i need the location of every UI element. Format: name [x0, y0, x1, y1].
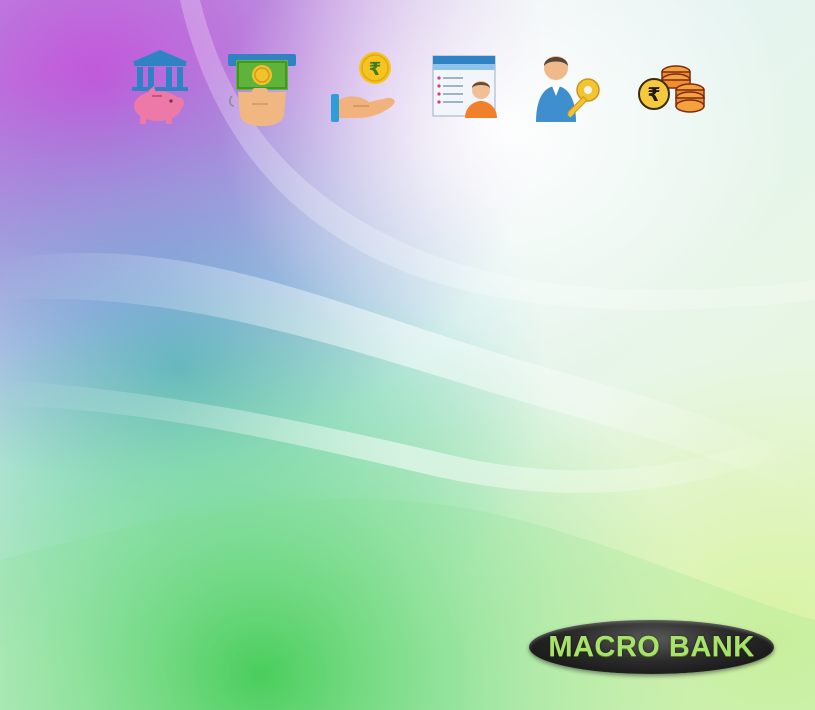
cash-deposit-icon [228, 54, 296, 126]
rupee-hand-icon: ₹ [331, 52, 395, 122]
desktop-screen: ₹ ₹ MACRO BANK [0, 0, 815, 710]
toolbar: ₹ ₹ [122, 48, 712, 130]
toolbar-button-user-access[interactable] [532, 48, 608, 128]
svg-text:₹: ₹ [647, 84, 660, 106]
toolbar-button-coins[interactable]: ₹ [634, 48, 710, 128]
toolbar-button-cash[interactable] [224, 48, 300, 128]
toolbar-button-deposit[interactable] [122, 48, 198, 128]
toolbar-button-accounts[interactable] [429, 48, 505, 128]
brand-name: MACRO BANK [548, 630, 755, 663]
svg-text:₹: ₹ [369, 59, 382, 80]
customer-record-icon [432, 55, 497, 118]
rupee-coins-icon: ₹ [638, 65, 705, 113]
toolbar-button-payment[interactable]: ₹ [327, 48, 403, 128]
user-key-icon [536, 56, 600, 122]
bank-piggy-icon [132, 50, 188, 124]
brand-badge: MACRO BANK [529, 620, 774, 674]
